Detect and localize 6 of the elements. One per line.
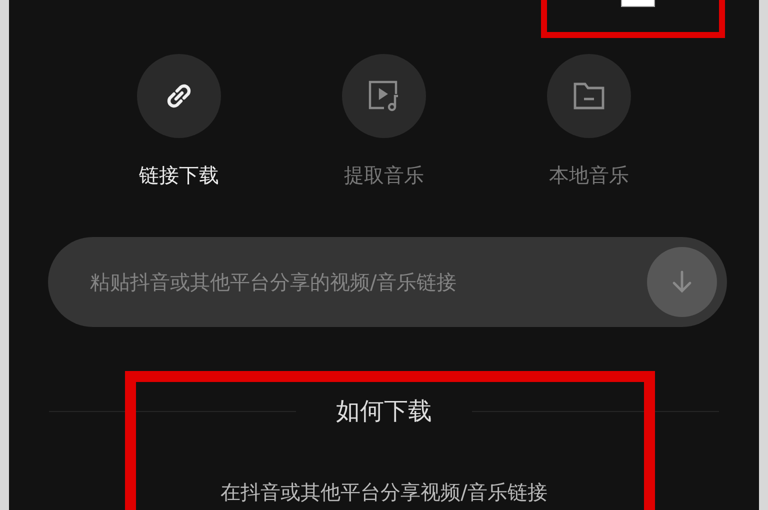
instruction-text: 在抖音或其他平台分享视频/音乐链接 [220,479,548,506]
section-title: 如何下载 [336,396,432,427]
mode-label[interactable]: 链接下载 [139,162,219,189]
mode-label[interactable]: 提取音乐 [344,162,424,189]
link-input-field[interactable]: 粘贴抖音或其他平台分享的视频/音乐链接 [88,269,647,295]
mode-label[interactable]: 本地音乐 [549,162,629,189]
